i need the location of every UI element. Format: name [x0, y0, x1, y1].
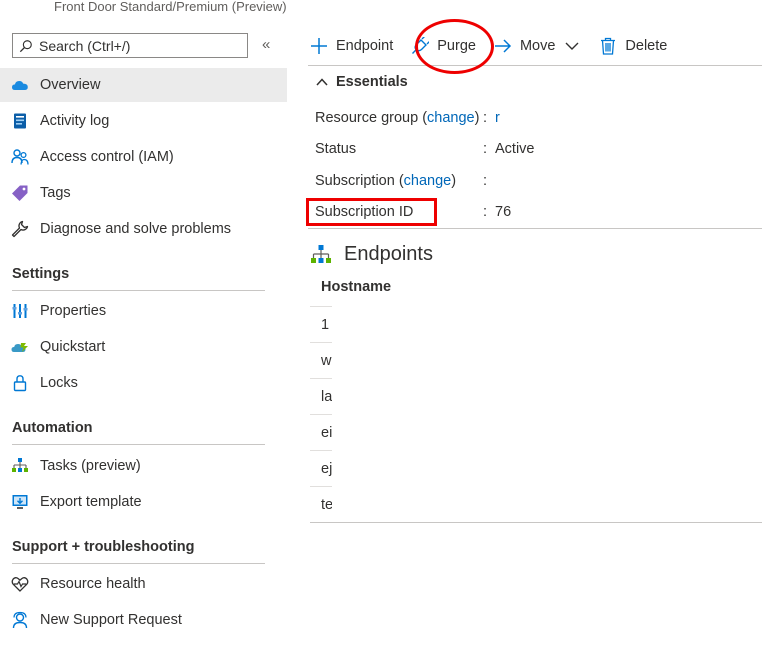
subscription-id-annotation-box — [306, 198, 437, 226]
resource-group-value[interactable]: r — [495, 110, 500, 126]
endpoints-title: Endpoints — [344, 243, 433, 265]
nav-label: Properties — [40, 303, 107, 319]
nav-item-tags[interactable]: Tags — [0, 176, 287, 210]
nav-label: New Support Request — [40, 612, 182, 628]
chevron-down-icon — [565, 42, 579, 50]
trash-icon — [601, 37, 616, 55]
section-automation: Automation — [12, 420, 265, 445]
nav-label: Activity log — [40, 113, 110, 129]
toolbar-divider — [308, 65, 762, 66]
resource-group-change-link[interactable]: change — [427, 110, 475, 126]
resource-group-text: Resource group — [315, 110, 419, 126]
nav-label: Tags — [40, 185, 71, 201]
endpoints-header: Endpoints — [310, 243, 433, 266]
collapse-menu-icon[interactable]: « — [262, 36, 270, 53]
resource-subtitle: Front Door Standard/Premium (Preview) — [54, 0, 287, 14]
tasks-icon — [11, 457, 29, 475]
wrench-icon — [11, 220, 29, 238]
nav-label: Diagnose and solve problems — [40, 221, 232, 237]
section-support: Support + troubleshooting — [12, 539, 265, 564]
purge-annotation-circle — [415, 19, 494, 74]
search-box[interactable] — [12, 33, 248, 58]
nav-label: Overview — [40, 77, 101, 93]
subscription-text: Subscription — [315, 173, 395, 189]
table-row[interactable]: te — [310, 487, 332, 523]
essentials-divider — [308, 228, 762, 229]
subscription-id-value: 76 — [495, 204, 512, 220]
arrow-right-icon — [494, 39, 512, 53]
table-row[interactable]: ej — [310, 451, 332, 487]
activity-log-icon — [11, 112, 29, 130]
export-template-icon — [11, 493, 29, 511]
tag-icon — [11, 184, 29, 202]
endpoint-label: Endpoint — [336, 38, 394, 54]
table-row[interactable]: la — [310, 379, 332, 415]
colon: : — [483, 204, 488, 220]
command-bar: Endpoint Purge Move Delete — [310, 30, 685, 62]
table-row[interactable]: 1 — [310, 307, 332, 343]
nav-item-properties[interactable]: Properties — [0, 294, 287, 328]
nav-label: Access control (IAM) — [40, 149, 174, 165]
status-label: Status — [315, 141, 357, 157]
nav-item-locks[interactable]: Locks — [0, 366, 287, 400]
hostname-column-header[interactable]: Hostname — [321, 279, 391, 295]
subscription-change-link[interactable]: change — [404, 173, 452, 189]
colon: : — [483, 110, 488, 126]
nav-item-new-support-request[interactable]: New Support Request — [0, 603, 287, 637]
essentials-toggle[interactable]: Essentials — [316, 74, 408, 90]
cloud-icon — [11, 76, 29, 94]
nav-label: Locks — [40, 375, 78, 391]
nav-item-activity-log[interactable]: Activity log — [0, 104, 287, 138]
section-settings: Settings — [12, 266, 265, 291]
nav-label: Export template — [40, 494, 142, 510]
move-button[interactable]: Move — [494, 37, 581, 55]
support-person-icon — [11, 611, 29, 629]
search-icon — [19, 39, 32, 52]
lock-icon — [11, 374, 29, 392]
heart-pulse-icon — [11, 575, 29, 593]
quickstart-icon — [11, 338, 29, 356]
status-value: Active — [495, 141, 535, 157]
nav-item-quickstart[interactable]: Quickstart — [0, 330, 287, 364]
nav-label: Quickstart — [40, 339, 106, 355]
search-input[interactable] — [39, 37, 239, 54]
nav-item-tasks[interactable]: Tasks (preview) — [0, 449, 287, 483]
nav-item-resource-health[interactable]: Resource health — [0, 567, 287, 601]
add-endpoint-button[interactable]: Endpoint — [310, 37, 393, 55]
subscription-label: Subscription (change) — [315, 173, 457, 189]
endpoints-icon — [311, 244, 331, 263]
colon: : — [483, 173, 488, 189]
nav-item-diagnose[interactable]: Diagnose and solve problems — [0, 212, 287, 246]
colon: : — [483, 141, 488, 157]
nav-item-access-control[interactable]: Access control (IAM) — [0, 140, 287, 174]
delete-label: Delete — [625, 38, 668, 54]
properties-icon — [11, 302, 29, 320]
chevron-up-icon — [316, 78, 328, 86]
table-row[interactable]: w — [310, 343, 332, 379]
nav-item-export-template[interactable]: Export template — [0, 485, 287, 519]
move-label: Move — [519, 38, 556, 54]
delete-button[interactable]: Delete — [599, 37, 667, 55]
table-row[interactable]: ei — [310, 415, 332, 451]
nav-label: Tasks (preview) — [40, 458, 141, 474]
people-icon — [11, 148, 29, 166]
plus-icon — [311, 38, 327, 54]
resource-group-label: Resource group (change) — [315, 110, 480, 126]
nav-item-overview[interactable]: Overview — [0, 68, 287, 102]
essentials-heading: Essentials — [336, 74, 408, 90]
table-bottom-divider — [310, 522, 762, 523]
nav-label: Resource health — [40, 576, 146, 592]
